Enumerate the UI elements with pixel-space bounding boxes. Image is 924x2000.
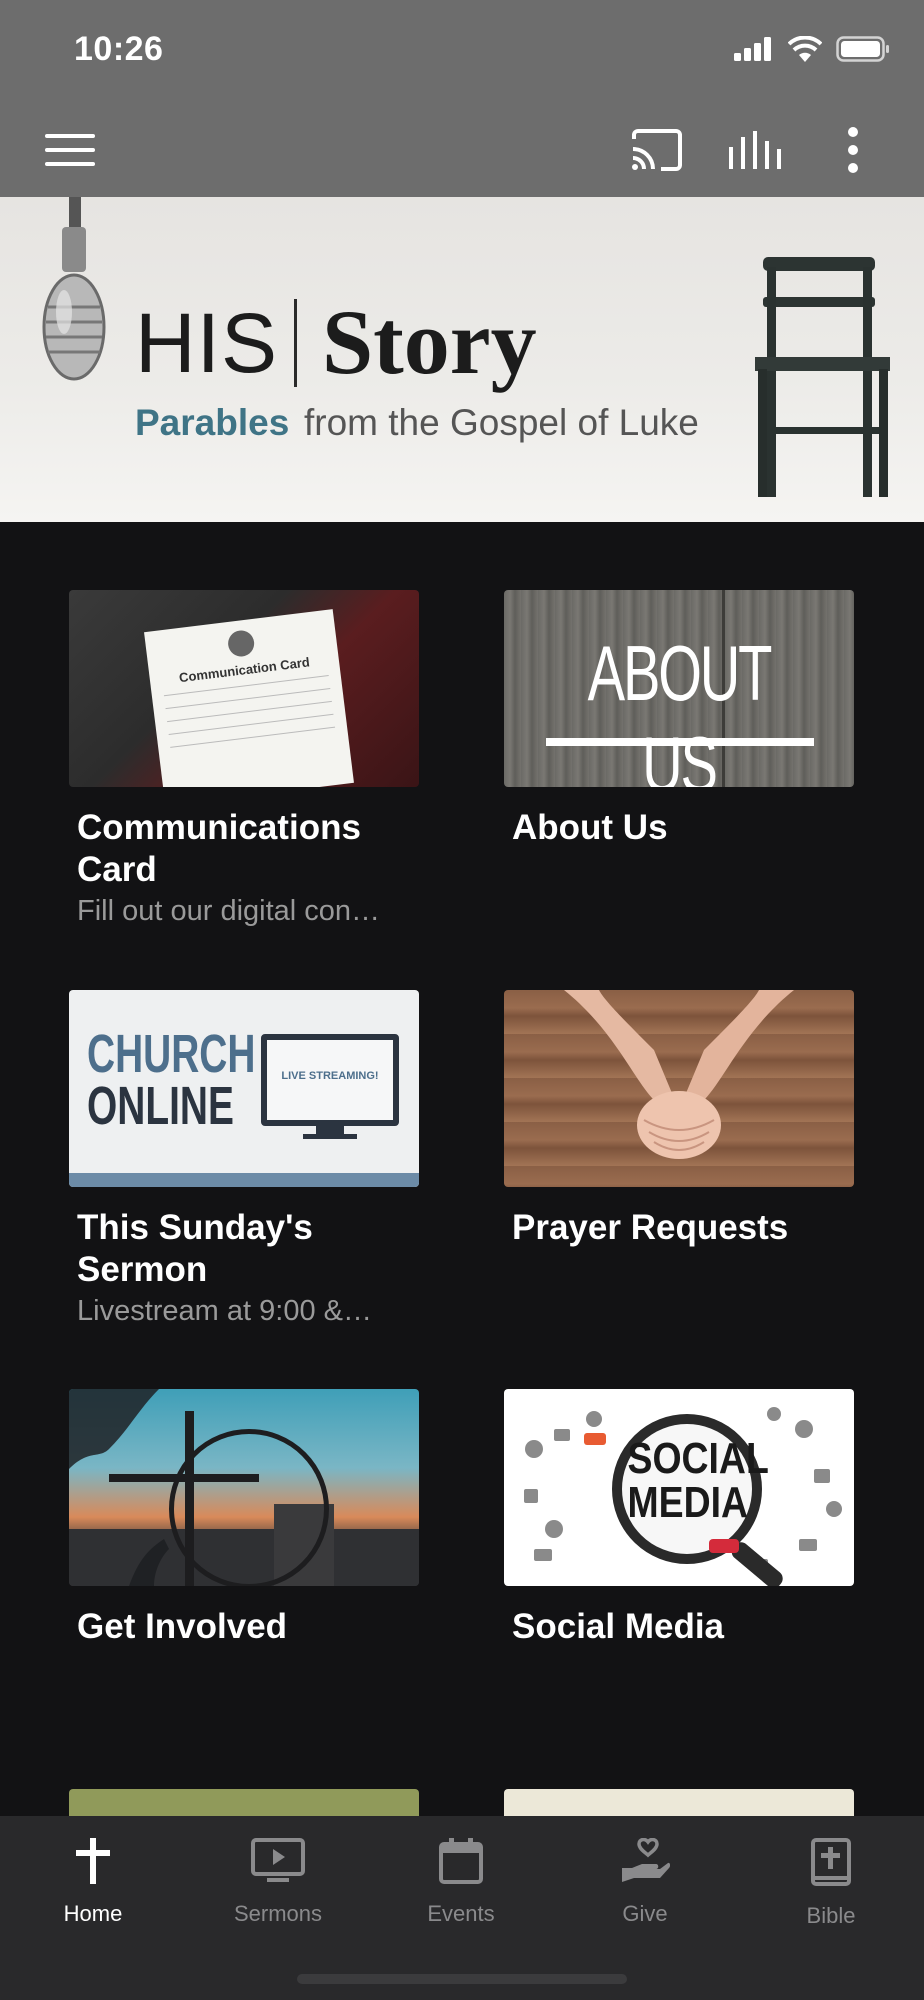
tab-home-label: Home [63, 1901, 123, 1926]
wifi-icon [788, 36, 822, 62]
app-top-bar: 10:26 [0, 0, 924, 197]
church-online-text-a: CHURCH [87, 1024, 256, 1084]
card-title: Get Involved [77, 1607, 288, 1646]
card-title: Prayer Requests [512, 1208, 789, 1247]
menu-button[interactable] [35, 115, 105, 185]
card-title: About Us [512, 808, 668, 847]
banner-subtitle-highlight: Parables [135, 402, 290, 443]
audio-button[interactable] [720, 115, 790, 185]
social-text: SOCIAL [627, 1434, 769, 1483]
battery-icon [836, 36, 889, 62]
banner-title-story: Story [322, 291, 537, 393]
folded-hands-illustration [564, 990, 794, 1159]
paper-card: Communication Card [144, 609, 354, 787]
prayer-hands-thumbnail [504, 990, 854, 1187]
church-online-text-b: ONLINE [87, 1076, 234, 1136]
calendar-icon [439, 1838, 483, 1884]
microphone-illustration [42, 197, 106, 381]
chair-illustration [755, 257, 890, 497]
more-vertical-icon [848, 127, 858, 173]
social-media-thumbnail: SOCIAL MEDIA [504, 1389, 854, 1586]
cast-button[interactable] [622, 115, 692, 185]
tab-home[interactable]: Home [23, 1838, 163, 1927]
card-sunday-sermon[interactable]: CHURCH ONLINE LIVE STREAMING! This Sunda… [69, 990, 419, 1329]
bottom-navigation: Home Sermons Events Give Bible [0, 1816, 924, 2000]
tab-sermons[interactable]: Sermons [208, 1838, 348, 1927]
tab-bible[interactable]: Bible [761, 1838, 901, 1929]
tab-sermons-label: Sermons [233, 1901, 323, 1926]
hand-heart-icon [622, 1837, 671, 1882]
bible-icon [811, 1838, 851, 1886]
church-online-thumbnail: CHURCH ONLINE LIVE STREAMING! [69, 990, 419, 1187]
tab-events-label: Events [427, 1901, 495, 1926]
card-partial-right[interactable] [504, 1789, 854, 1819]
signal-icon [734, 37, 771, 61]
banner-subtitle: from the Gospel of Luke [304, 402, 699, 443]
tab-give-label: Give [622, 1901, 668, 1926]
church-logo-icon [226, 628, 256, 658]
more-options-button[interactable] [818, 115, 888, 185]
about-us-thumb-text: ABOUT US [587, 629, 773, 787]
banner-divider [294, 299, 297, 387]
status-icons [734, 36, 890, 62]
home-indicator[interactable] [297, 1974, 627, 1984]
card-social-media[interactable]: SOCIAL MEDIA Social Media [504, 1389, 854, 1648]
card-title: Communications Card [77, 808, 361, 889]
card-subtitle: Fill out our digital con… [77, 895, 381, 927]
communications-card-thumbnail: Communication Card [69, 590, 419, 787]
banner-title-his: HIS [135, 296, 279, 390]
equalizer-icon [729, 131, 781, 169]
tv-play-icon [251, 1838, 305, 1882]
monitor-icon: LIVE STREAMING! [261, 1034, 399, 1126]
tab-events[interactable]: Events [391, 1838, 531, 1927]
card-about-us[interactable]: ABOUT US About Us [504, 590, 854, 849]
card-communications-card[interactable]: Communication Card Communications Card F… [69, 590, 419, 929]
live-streaming-text: LIVE STREAMING! [281, 1070, 379, 1082]
get-involved-thumbnail [69, 1389, 419, 1586]
media-text: MEDIA [627, 1478, 749, 1527]
card-get-involved[interactable]: Get Involved [69, 1389, 419, 1648]
status-time: 10:26 [74, 30, 164, 68]
hamburger-icon [45, 134, 95, 166]
card-prayer-requests[interactable]: Prayer Requests [504, 990, 854, 1249]
card-partial-left[interactable] [69, 1789, 419, 1819]
cast-icon [632, 129, 682, 171]
tab-bible-label: Bible [806, 1903, 856, 1928]
card-title: This Sunday's Sermon [77, 1208, 313, 1289]
sermon-series-banner[interactable]: HIS Story Parables from the Gospel of Lu… [0, 197, 924, 522]
card-title: Social Media [512, 1607, 725, 1646]
about-us-thumbnail: ABOUT US [504, 590, 854, 787]
tree-silhouette [69, 1389, 169, 1586]
paper-card-heading: Communication Card [178, 654, 311, 686]
tab-give[interactable]: Give [575, 1837, 715, 1927]
card-subtitle: Livestream at 9:00 &… [77, 1295, 372, 1327]
cross-icon [76, 1838, 110, 1884]
